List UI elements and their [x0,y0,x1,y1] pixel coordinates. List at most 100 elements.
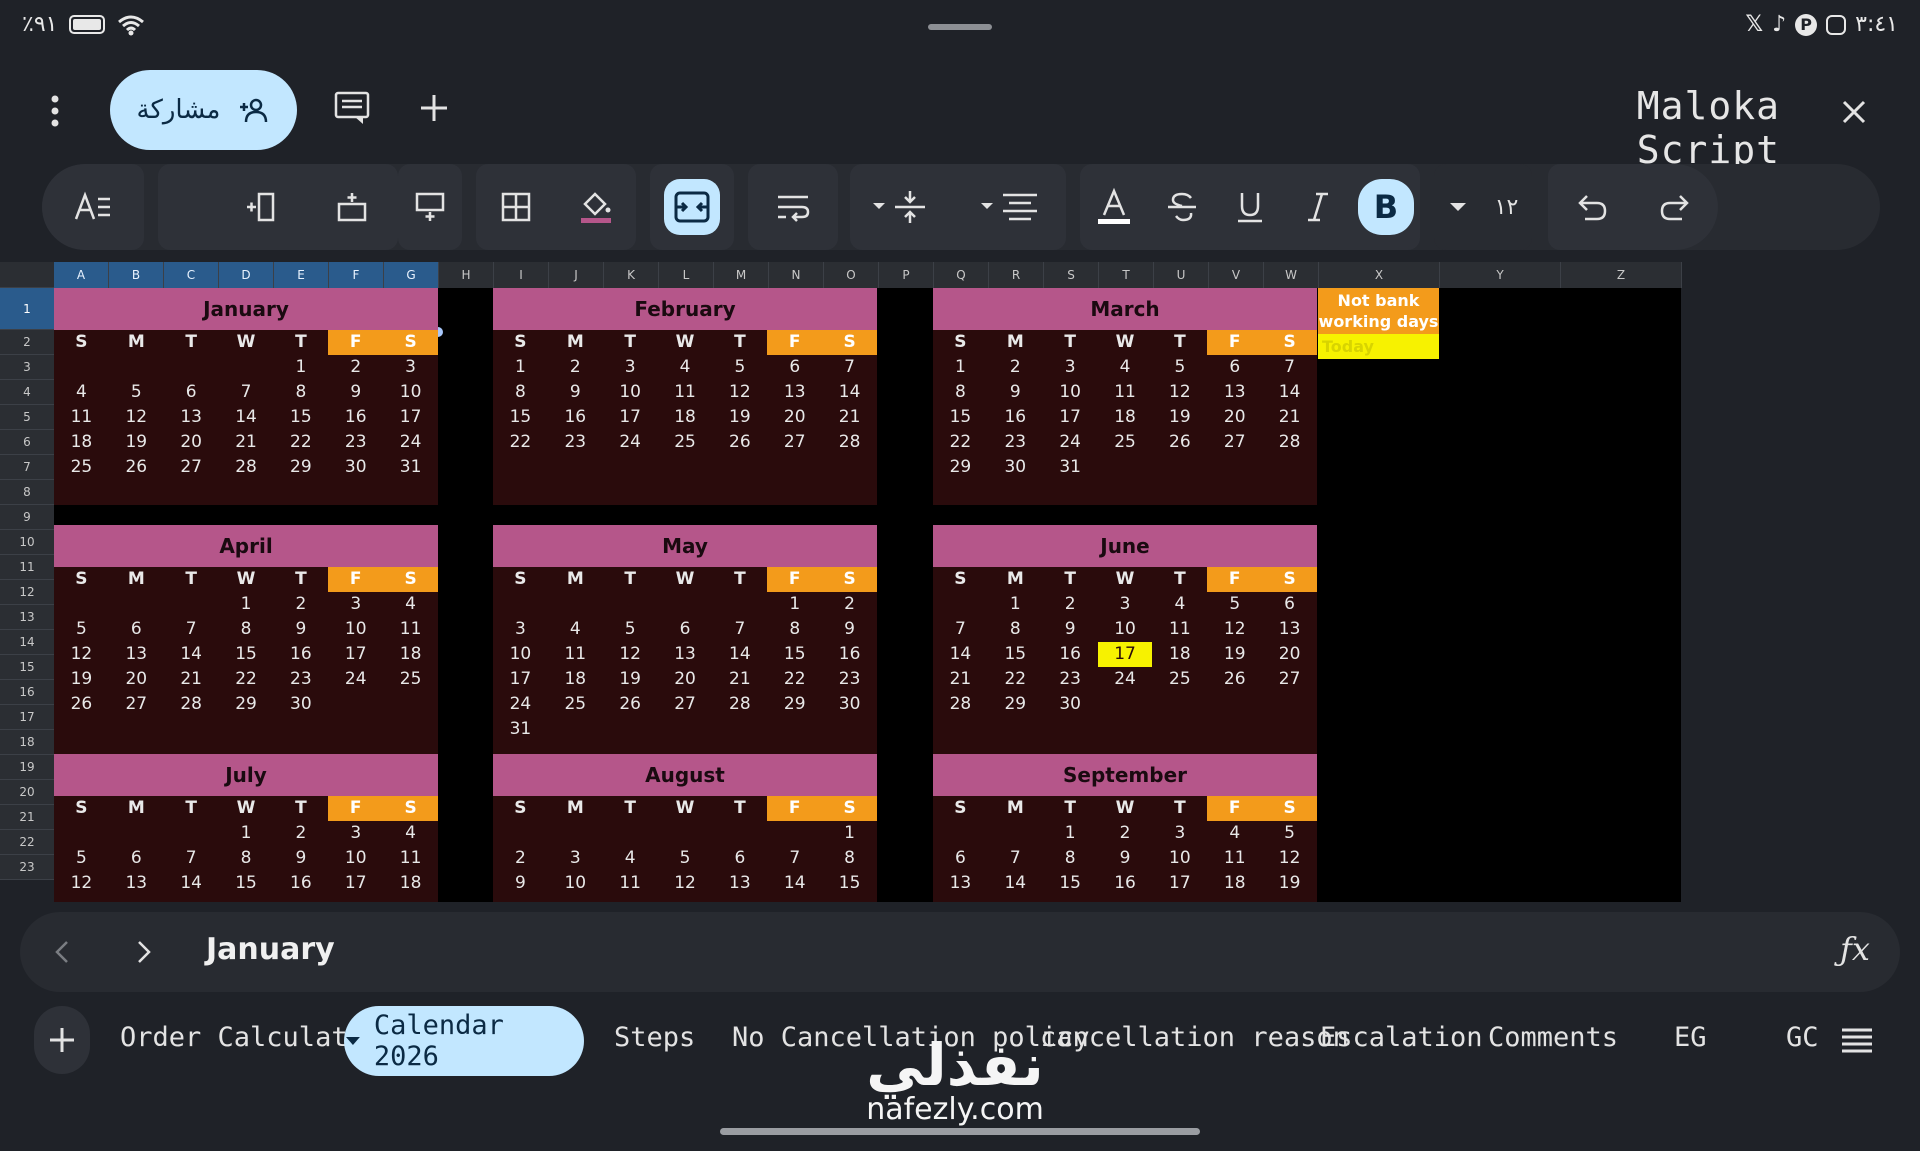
day-cell[interactable] [1207,692,1262,717]
day-cell[interactable]: 22 [219,667,274,692]
horizontal-align-icon[interactable] [962,179,1062,235]
day-cell[interactable]: 14 [767,871,822,896]
weekday-label[interactable]: S [822,796,878,821]
day-cell[interactable]: 28 [164,692,219,717]
day-cell[interactable]: 20 [1262,642,1317,667]
day-cell[interactable]: 23 [822,667,877,692]
day-cell[interactable]: 8 [219,617,274,642]
month-title[interactable]: April [54,525,438,567]
day-cell[interactable]: 8 [493,380,548,405]
day-cell[interactable]: 29 [219,692,274,717]
more-options-icon[interactable] [40,94,70,128]
day-cell[interactable]: 14 [164,871,219,896]
day-cell[interactable]: 15 [767,642,822,667]
day-cell[interactable]: 11 [658,380,713,405]
weekday-label[interactable]: S [493,567,548,592]
day-cell[interactable] [988,821,1043,846]
day-cell[interactable]: 1 [273,355,328,380]
day-cell[interactable]: 14 [933,642,988,667]
weekday-label[interactable]: T [603,567,658,592]
day-cell[interactable]: 7 [933,617,988,642]
day-cell[interactable]: 18 [1098,405,1153,430]
day-cell[interactable]: 15 [822,871,877,896]
day-cell[interactable]: 19 [1152,405,1207,430]
weekday-label[interactable]: W [658,567,713,592]
day-cell[interactable]: 29 [767,692,822,717]
day-cell[interactable] [658,717,713,742]
day-cell[interactable]: 1 [493,355,548,380]
day-cell[interactable]: 22 [767,667,822,692]
day-cell[interactable]: 4 [1098,355,1153,380]
day-cell[interactable]: 2 [822,592,877,617]
day-cell[interactable]: 11 [548,642,603,667]
row-header-3[interactable]: 3 [0,355,54,380]
weekday-label[interactable]: S [1262,567,1318,592]
day-cell[interactable] [548,717,603,742]
day-cell[interactable]: 16 [273,871,328,896]
day-cell[interactable]: 14 [712,642,767,667]
day-cell[interactable]: 28 [933,692,988,717]
day-cell[interactable]: 1 [219,821,274,846]
day-cell[interactable]: 20 [658,667,713,692]
column-header-y[interactable]: Y [1440,262,1561,288]
day-cell[interactable] [109,355,164,380]
day-cell[interactable]: 9 [548,380,603,405]
day-cell[interactable]: 31 [383,455,438,480]
weekday-label[interactable]: S [933,796,988,821]
day-cell[interactable]: 24 [1098,667,1153,692]
row-header-2[interactable]: 2 [0,330,54,355]
day-cell[interactable]: 10 [383,380,438,405]
day-cell[interactable]: 2 [988,355,1043,380]
day-cell[interactable]: 14 [822,380,877,405]
month-title[interactable]: June [933,525,1317,567]
day-cell[interactable]: 16 [328,405,383,430]
day-cell[interactable]: 15 [273,405,328,430]
month-title[interactable]: May [493,525,877,567]
day-cell[interactable] [767,821,822,846]
day-cell[interactable]: 6 [712,846,767,871]
day-cell[interactable]: 13 [658,642,713,667]
merge-cells-icon[interactable] [664,179,720,235]
day-cell[interactable]: 1 [1043,821,1098,846]
day-cell[interactable]: 25 [54,455,109,480]
day-cell[interactable]: 9 [273,846,328,871]
day-cell[interactable]: 6 [933,846,988,871]
day-cell[interactable]: 28 [822,430,877,455]
weekday-label[interactable]: T [712,330,767,355]
day-cell[interactable]: 6 [767,355,822,380]
day-cell[interactable]: 12 [54,871,109,896]
day-cell[interactable]: 19 [1207,642,1262,667]
day-cell[interactable]: 25 [1152,667,1207,692]
font-size-dropdown-icon[interactable] [1440,179,1476,235]
weekday-label[interactable]: S [383,567,439,592]
day-cell[interactable]: 23 [1043,667,1098,692]
day-cell[interactable]: 13 [1207,380,1262,405]
day-cell[interactable]: 11 [603,871,658,896]
day-cell[interactable]: 16 [273,642,328,667]
column-header-g[interactable]: G [384,262,439,288]
weekday-label[interactable]: T [712,796,767,821]
weekday-label[interactable]: W [219,330,274,355]
day-cell[interactable]: 12 [712,380,767,405]
underline-icon[interactable] [1222,179,1278,235]
weekday-label[interactable]: F [1207,330,1263,355]
day-cell[interactable]: 17 [328,871,383,896]
column-header-c[interactable]: C [164,262,219,288]
day-cell[interactable]: 6 [109,617,164,642]
column-header-w[interactable]: W [1264,262,1319,288]
day-cell[interactable]: 2 [1098,821,1153,846]
day-cell[interactable]: 20 [164,430,219,455]
day-cell[interactable] [164,821,219,846]
day-cell[interactable] [1262,455,1317,480]
column-header-n[interactable]: N [769,262,824,288]
day-cell[interactable]: 21 [1262,405,1317,430]
day-cell[interactable]: 24 [383,430,438,455]
day-cell[interactable]: 30 [1043,692,1098,717]
weekday-label[interactable]: T [1043,330,1098,355]
day-cell[interactable]: 3 [328,592,383,617]
day-cell[interactable]: 10 [328,617,383,642]
weekday-label[interactable]: M [548,796,603,821]
day-cell[interactable]: 10 [1152,846,1207,871]
day-cell[interactable]: 5 [1207,592,1262,617]
day-cell[interactable]: 18 [548,667,603,692]
